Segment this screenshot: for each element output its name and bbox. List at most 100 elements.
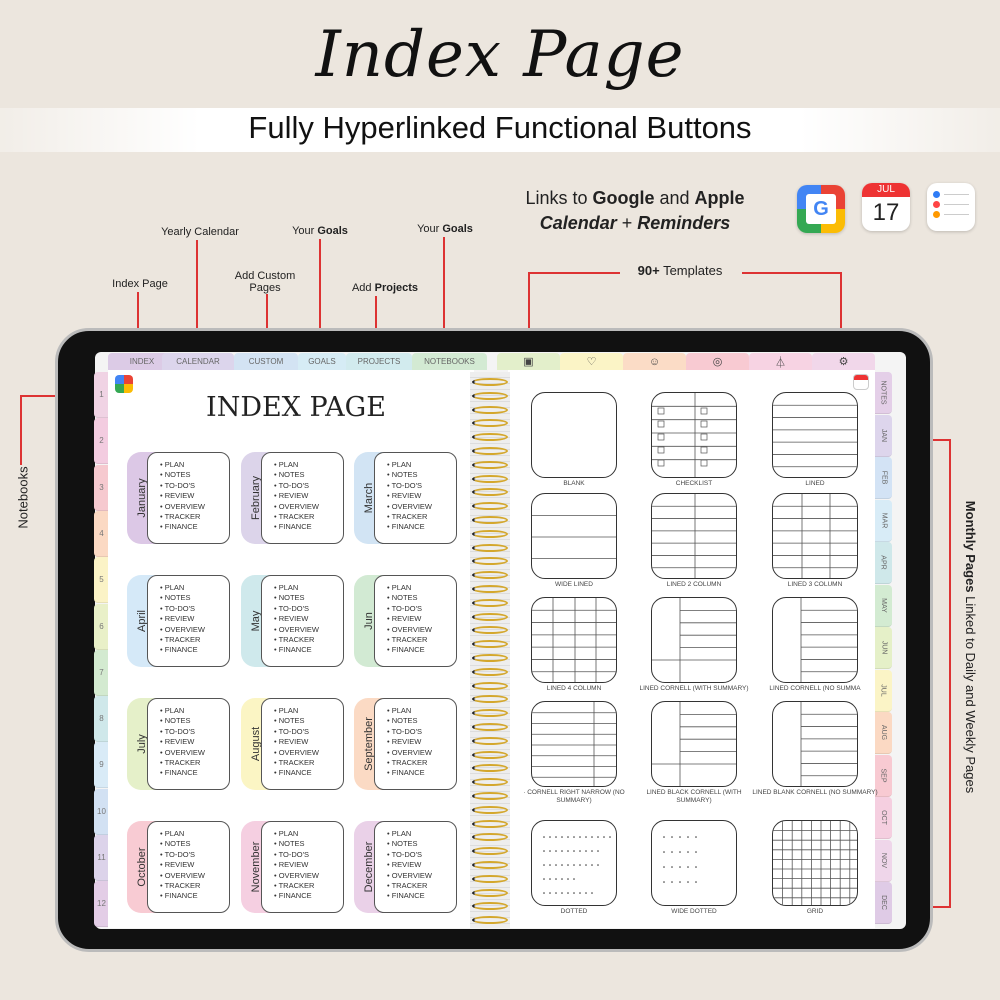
month-link-item[interactable]: NOTES — [160, 716, 229, 726]
month-link-item[interactable]: NOTES — [160, 470, 229, 480]
tab-heart[interactable]: ♡ — [560, 353, 623, 370]
notebook-tab-11[interactable]: 11 — [94, 835, 109, 881]
month-link-item[interactable]: NOTES — [274, 470, 343, 480]
notebook-tab-1[interactable]: 1 — [94, 372, 109, 418]
month-link-item[interactable]: FINANCE — [160, 768, 229, 778]
month-link-item[interactable]: TRACKER — [387, 635, 456, 645]
month-tab-may[interactable]: MAY — [875, 584, 892, 627]
month-link-item[interactable]: TRACKER — [387, 512, 456, 522]
month-link-item[interactable]: TRACKER — [274, 512, 343, 522]
notebook-tab-2[interactable]: 2 — [94, 418, 109, 465]
month-tab-apr[interactable]: APR — [875, 542, 892, 584]
month-link-item[interactable]: FINANCE — [274, 645, 343, 655]
month-link-item[interactable]: PLAN — [387, 460, 456, 470]
template-black-cornell[interactable] — [651, 701, 737, 787]
month-link-item[interactable]: TRACKER — [274, 881, 343, 891]
month-link-item[interactable]: REVIEW — [387, 491, 456, 501]
month-link-item[interactable]: TO-DO'S — [274, 481, 343, 491]
month-link-item[interactable]: FINANCE — [160, 522, 229, 532]
tab-calendar[interactable]: CALENDAR — [162, 353, 234, 370]
month-link-item[interactable]: TRACKER — [274, 758, 343, 768]
month-card-november[interactable]: NovemberPLANNOTESTO-DO'SREVIEWOVERVIEWTR… — [241, 821, 344, 913]
month-link-item[interactable]: TRACKER — [387, 881, 456, 891]
month-tab-nov[interactable]: NOV — [875, 839, 892, 882]
month-link-item[interactable]: TO-DO'S — [274, 604, 343, 614]
month-link-item[interactable]: OVERVIEW — [387, 502, 456, 512]
month-link-item[interactable]: NOTES — [274, 839, 343, 849]
month-link-item[interactable]: OVERVIEW — [160, 625, 229, 635]
month-link-item[interactable]: FINANCE — [274, 768, 343, 778]
month-link-item[interactable]: OVERVIEW — [274, 871, 343, 881]
month-link-item[interactable]: TRACKER — [160, 512, 229, 522]
month-link-item[interactable]: REVIEW — [274, 860, 343, 870]
month-link-item[interactable]: TRACKER — [387, 758, 456, 768]
month-tab-aug[interactable]: AUG — [875, 712, 892, 754]
month-link-item[interactable]: TO-DO'S — [274, 727, 343, 737]
tab-custom[interactable]: CUSTOM — [234, 353, 298, 370]
month-link-item[interactable]: FINANCE — [387, 645, 456, 655]
month-card-january[interactable]: JanuaryPLANNOTESTO-DO'SREVIEWOVERVIEWTRA… — [127, 452, 230, 544]
month-tab-notes[interactable]: NOTES — [875, 372, 892, 414]
month-tab-oct[interactable]: OCT — [875, 797, 892, 839]
month-link-item[interactable]: OVERVIEW — [387, 748, 456, 758]
template-grid[interactable] — [772, 820, 858, 906]
month-link-item[interactable]: TO-DO'S — [274, 850, 343, 860]
notebook-tab-12[interactable]: 12 — [94, 881, 109, 928]
month-link-item[interactable]: OVERVIEW — [160, 871, 229, 881]
month-link-item[interactable]: REVIEW — [160, 614, 229, 624]
notebook-tab-4[interactable]: 4 — [94, 510, 109, 557]
month-link-item[interactable]: OVERVIEW — [387, 625, 456, 635]
month-link-item[interactable]: OVERVIEW — [387, 871, 456, 881]
month-link-item[interactable]: TO-DO'S — [387, 604, 456, 614]
month-link-item[interactable]: REVIEW — [274, 491, 343, 501]
month-link-item[interactable]: REVIEW — [160, 491, 229, 501]
month-link-item[interactable]: PLAN — [160, 583, 229, 593]
month-link-item[interactable]: FINANCE — [387, 768, 456, 778]
month-link-item[interactable]: TO-DO'S — [160, 604, 229, 614]
month-link-item[interactable]: REVIEW — [387, 860, 456, 870]
month-card-jun[interactable]: JunPLANNOTESTO-DO'SREVIEWOVERVIEWTRACKER… — [354, 575, 457, 667]
month-link-item[interactable]: TO-DO'S — [160, 850, 229, 860]
month-link-item[interactable]: OVERVIEW — [274, 748, 343, 758]
month-link-item[interactable]: NOTES — [160, 839, 229, 849]
month-link-item[interactable]: PLAN — [387, 706, 456, 716]
template-dotted[interactable] — [531, 820, 617, 906]
month-link-item[interactable]: TO-DO'S — [160, 727, 229, 737]
template-right-narrow[interactable] — [531, 701, 617, 787]
month-link-item[interactable]: PLAN — [274, 829, 343, 839]
month-link-item[interactable]: FINANCE — [387, 522, 456, 532]
month-link-item[interactable]: TO-DO'S — [387, 850, 456, 860]
month-link-item[interactable]: PLAN — [274, 706, 343, 716]
month-card-march[interactable]: MarchPLANNOTESTO-DO'SREVIEWOVERVIEWTRACK… — [354, 452, 457, 544]
month-link-item[interactable]: TO-DO'S — [160, 481, 229, 491]
month-link-item[interactable]: FINANCE — [160, 645, 229, 655]
month-link-item[interactable]: OVERVIEW — [274, 502, 343, 512]
tab-compass[interactable]: ◎ — [686, 353, 749, 370]
month-card-february[interactable]: FebruaryPLANNOTESTO-DO'SREVIEWOVERVIEWTR… — [241, 452, 344, 544]
month-card-october[interactable]: OctoberPLANNOTESTO-DO'SREVIEWOVERVIEWTRA… — [127, 821, 230, 913]
month-link-item[interactable]: FINANCE — [387, 891, 456, 901]
month-tab-feb[interactable]: FEB — [875, 457, 892, 499]
month-link-item[interactable]: NOTES — [160, 593, 229, 603]
month-link-item[interactable]: OVERVIEW — [274, 625, 343, 635]
template-wide[interactable] — [531, 493, 617, 579]
month-link-item[interactable]: REVIEW — [160, 860, 229, 870]
month-link-item[interactable]: PLAN — [160, 829, 229, 839]
month-tab-jan[interactable]: JAN — [875, 414, 892, 457]
month-card-april[interactable]: AprilPLANNOTESTO-DO'SREVIEWOVERVIEWTRACK… — [127, 575, 230, 667]
template-lined[interactable] — [772, 392, 858, 478]
template-col3[interactable] — [772, 493, 858, 579]
month-card-july[interactable]: JulyPLANNOTESTO-DO'SREVIEWOVERVIEWTRACKE… — [127, 698, 230, 790]
month-link-item[interactable]: PLAN — [160, 706, 229, 716]
notebook-tab-8[interactable]: 8 — [94, 696, 109, 743]
month-link-item[interactable]: PLAN — [387, 583, 456, 593]
month-link-item[interactable]: PLAN — [274, 460, 343, 470]
notebook-tab-9[interactable]: 9 — [94, 742, 109, 789]
month-link-item[interactable]: FINANCE — [160, 891, 229, 901]
month-link-item[interactable]: NOTES — [274, 716, 343, 726]
month-link-item[interactable]: PLAN — [387, 829, 456, 839]
month-link-item[interactable]: TO-DO'S — [387, 481, 456, 491]
month-link-item[interactable]: TRACKER — [274, 635, 343, 645]
template-checklist[interactable] — [651, 392, 737, 478]
tab-settings[interactable]: ⚙ — [812, 353, 875, 370]
